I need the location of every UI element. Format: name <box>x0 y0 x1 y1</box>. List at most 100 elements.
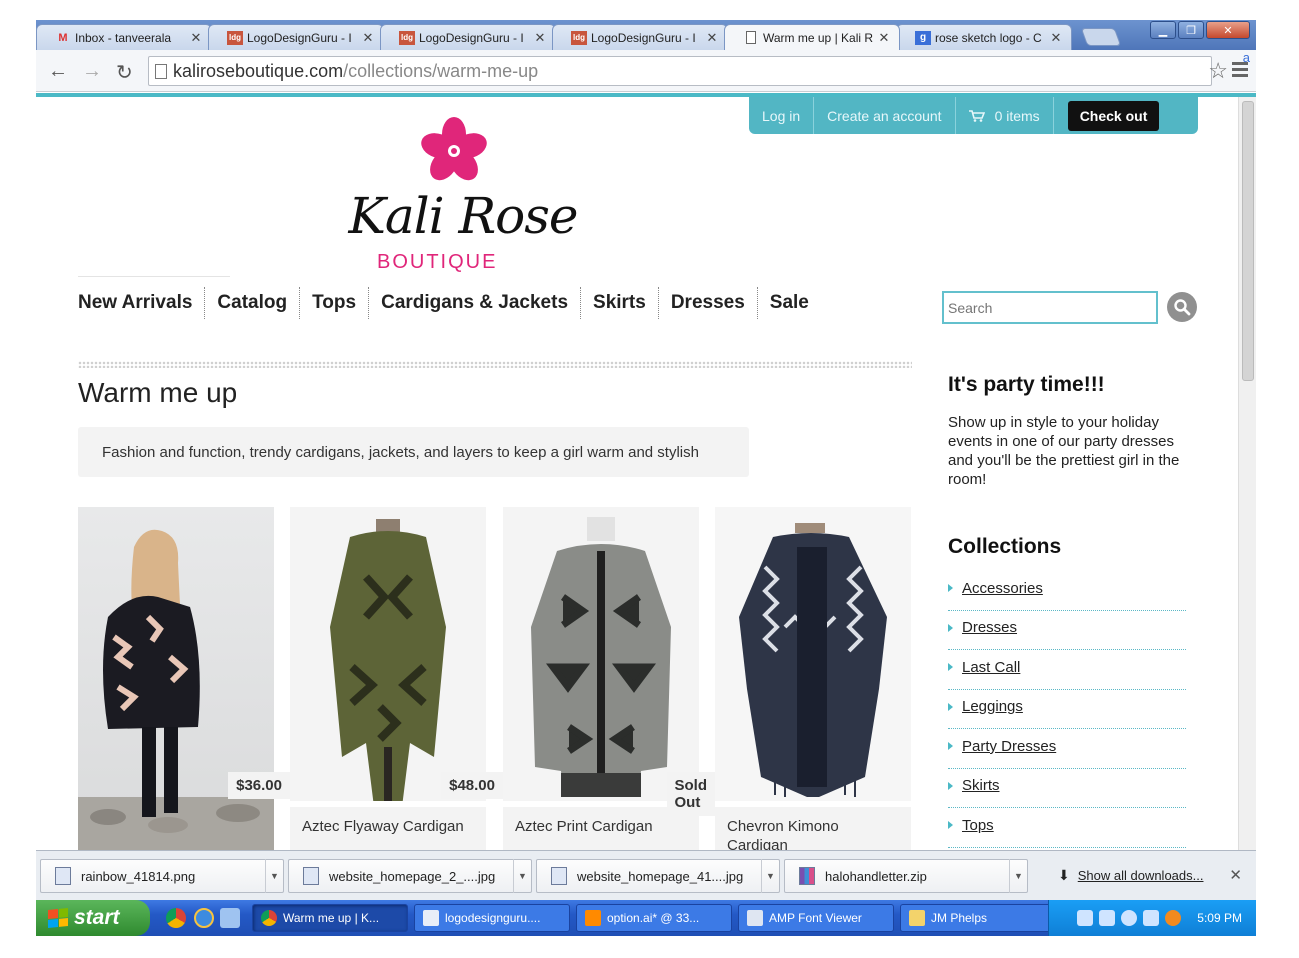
tab-title: LogoDesignGuru - I <box>247 30 352 45</box>
restore-icon[interactable]: ❐ <box>1178 21 1204 39</box>
search-button[interactable] <box>1167 292 1197 322</box>
tab-logodesignguru-2[interactable]: ldg LogoDesignGuru - I ✕ <box>380 24 556 50</box>
nav-dresses[interactable]: Dresses <box>659 287 758 319</box>
windows-taskbar: start Warm me up | K... logodesignguru..… <box>36 900 1256 936</box>
collection-link-party-dresses[interactable]: Party Dresses <box>948 729 1186 769</box>
address-bar[interactable]: kaliroseboutique.com/collections/warm-me… <box>148 56 1212 86</box>
window-close-icon[interactable]: ✕ <box>1206 21 1250 39</box>
chevron-down-icon[interactable]: ▼ <box>1009 859 1027 893</box>
show-all-downloads-link[interactable]: ⬇ Show all downloads... <box>1058 867 1203 884</box>
download-filename: halohandletter.zip <box>825 868 927 884</box>
back-arrow-icon[interactable]: ← <box>48 60 68 83</box>
start-button[interactable]: start <box>36 900 150 936</box>
tab-title: rose sketch logo - C <box>935 30 1042 45</box>
nav-skirts[interactable]: Skirts <box>581 287 659 319</box>
download-item[interactable]: website_homepage_2_....jpg ▼ <box>288 859 532 893</box>
download-item[interactable]: halohandletter.zip ▼ <box>784 859 1028 893</box>
chevron-down-icon[interactable]: ▼ <box>761 859 779 893</box>
nav-cardigans-jackets[interactable]: Cardigans & Jackets <box>369 287 582 319</box>
collection-link-tops[interactable]: Tops <box>948 808 1186 848</box>
tab-logodesignguru-3[interactable]: ldg LogoDesignGuru - I ✕ <box>552 24 728 50</box>
url-path: /collections/warm-me-up <box>343 60 539 81</box>
app-icon[interactable] <box>220 908 240 928</box>
tab-warm-me-up[interactable]: Warm me up | Kali R ✕ <box>724 24 900 50</box>
zip-file-icon <box>799 867 815 885</box>
taskbar-item-amp-font-viewer[interactable]: AMP Font Viewer <box>738 904 894 932</box>
close-icon[interactable]: ✕ <box>1049 30 1063 46</box>
tab-gmail[interactable]: M Inbox - tanveerala ✕ <box>36 24 212 50</box>
search-icon <box>1174 299 1191 316</box>
chevron-down-icon[interactable]: ▼ <box>265 859 283 893</box>
forward-arrow-icon[interactable]: → <box>82 60 102 83</box>
product-name[interactable]: Chevron Kimono Cardigan <box>715 807 911 850</box>
reload-icon[interactable]: ↻ <box>116 60 133 85</box>
nav-tops[interactable]: Tops <box>300 287 370 319</box>
cart-link[interactable]: 0 items <box>956 97 1054 134</box>
page-viewport: Log in Create an account 0 items Check o… <box>36 93 1256 850</box>
collection-link-accessories[interactable]: Accessories <box>948 571 1186 611</box>
nav-catalog[interactable]: Catalog <box>205 287 301 319</box>
download-item[interactable]: website_homepage_41....jpg ▼ <box>536 859 780 893</box>
close-icon[interactable]: ✕ <box>361 30 375 46</box>
product-image[interactable] <box>503 507 699 801</box>
scrollbar-thumb[interactable] <box>1242 101 1254 381</box>
collection-link-skirts[interactable]: Skirts <box>948 769 1186 808</box>
close-icon[interactable]: ✕ <box>1229 866 1242 884</box>
divider <box>78 361 912 368</box>
tab-google-search[interactable]: g rose sketch logo - C ✕ <box>896 24 1072 50</box>
product-name[interactable]: Aztec Flyaway Cardigan <box>290 807 486 850</box>
taskbar-item-jm-phelps[interactable]: JM Phelps <box>900 904 1056 932</box>
page-scrollbar[interactable] <box>1238 97 1256 850</box>
close-icon[interactable]: ✕ <box>189 30 203 46</box>
taskbar-item-chrome[interactable]: Warm me up | K... <box>252 904 408 932</box>
app-tray-icon[interactable] <box>1143 910 1160 926</box>
product-price: $36.00 <box>228 772 290 799</box>
product-photo-cardigan <box>290 507 486 801</box>
network-icon[interactable] <box>1099 910 1116 926</box>
product-image[interactable] <box>715 507 911 801</box>
collection-description: Fashion and function, trendy cardigans, … <box>78 427 749 477</box>
browser-toolbar: ← → ↻ kaliroseboutique.com/collections/w… <box>36 50 1256 92</box>
product-image[interactable] <box>290 507 486 801</box>
minimize-icon[interactable]: ▁ <box>1150 21 1176 39</box>
windows-flag-icon <box>48 907 68 929</box>
nav-sale[interactable]: Sale <box>758 287 821 319</box>
collection-link-leggings[interactable]: Leggings <box>948 690 1186 729</box>
collection-link-last-call[interactable]: Last Call <box>948 650 1186 690</box>
tab-logodesignguru-1[interactable]: ldg LogoDesignGuru - I ✕ <box>208 24 384 50</box>
help-icon[interactable] <box>1077 910 1094 926</box>
checkout-button[interactable]: Check out <box>1067 100 1160 131</box>
chrome-menu-icon[interactable] <box>1232 62 1248 80</box>
close-icon[interactable]: ✕ <box>877 30 891 46</box>
downloads-bar: rainbow_41814.png ▼ website_homepage_2_.… <box>36 850 1256 900</box>
illustrator-icon <box>585 910 601 926</box>
taskbar-item-illustrator[interactable]: option.ai* @ 33... <box>576 904 732 932</box>
logo-wordmark: Kali Rose <box>348 187 578 245</box>
login-link[interactable]: Log in <box>749 97 815 134</box>
new-tab-button[interactable] <box>1080 28 1122 46</box>
collection-link-dresses[interactable]: Dresses <box>948 611 1186 650</box>
taskbar-item-logodesignguru[interactable]: logodesignguru.... <box>414 904 570 932</box>
logodesignguru-icon: ldg <box>399 30 415 45</box>
close-icon[interactable]: ✕ <box>533 30 547 46</box>
download-item[interactable]: rainbow_41814.png ▼ <box>40 859 284 893</box>
create-account-link[interactable]: Create an account <box>814 97 956 134</box>
firefox-icon[interactable] <box>1165 910 1182 926</box>
nav-new-arrivals[interactable]: New Arrivals <box>78 287 206 319</box>
download-arrow-icon: ⬇ <box>1058 867 1070 883</box>
chevron-left-icon[interactable] <box>1121 910 1138 926</box>
caret-right-icon <box>948 781 953 790</box>
image-file-icon <box>55 867 71 885</box>
main-nav: New Arrivals Catalog Tops Cardigans & Ja… <box>78 287 821 319</box>
store-logo[interactable]: Kali Rose BOUTIQUE <box>333 115 593 277</box>
promo-text: Show up in style to your holiday events … <box>948 414 1180 488</box>
chevron-down-icon[interactable]: ▼ <box>513 859 531 893</box>
close-icon[interactable]: ✕ <box>705 30 719 46</box>
internet-explorer-icon[interactable] <box>194 908 214 928</box>
url-domain: kaliroseboutique.com <box>173 60 344 81</box>
chrome-icon[interactable] <box>166 908 186 928</box>
bookmark-star-icon[interactable]: ☆ <box>1208 58 1228 84</box>
image-file-icon <box>551 867 567 885</box>
collections-heading: Collections <box>948 535 1062 558</box>
search-input[interactable] <box>942 291 1158 324</box>
